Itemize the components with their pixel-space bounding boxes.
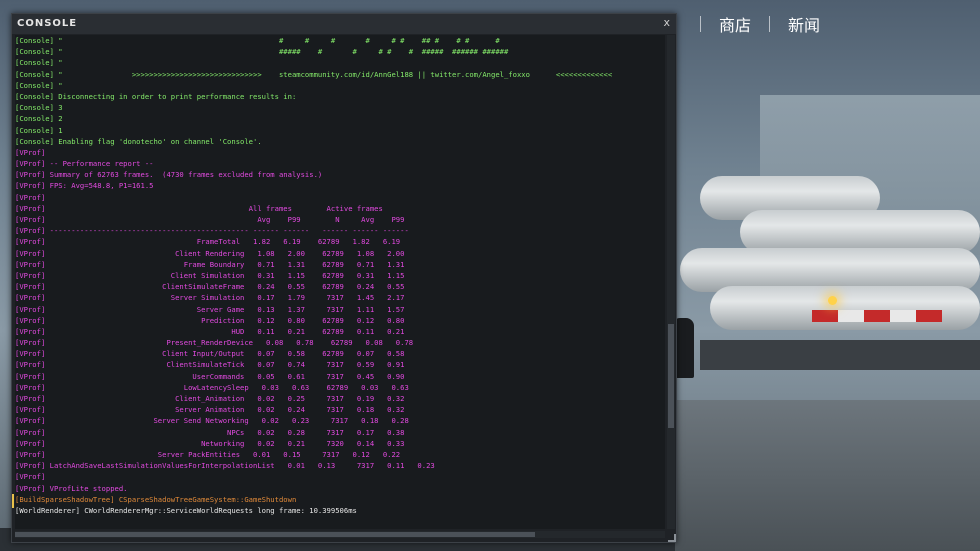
console-line: [VProf] NPCs 0.02 0.28 7317 0.17 0.38: [15, 427, 405, 437]
close-icon[interactable]: x: [663, 16, 670, 29]
nav-separator: [700, 16, 701, 32]
game-top-nav: 商店 新闻: [690, 8, 828, 40]
nav-news[interactable]: 新闻: [780, 12, 828, 36]
console-window[interactable]: CONSOLE x [Console] " # # # # # # ## # #…: [11, 13, 677, 543]
console-line: [Console] ": [15, 80, 63, 90]
resize-handle-icon[interactable]: [668, 534, 676, 542]
console-line: [VProf] Server Send Networking 0.02 0.23…: [15, 416, 409, 426]
ground: [675, 400, 980, 551]
console-line: [VProf] --------------------------------…: [15, 226, 409, 236]
console-line: [Console] 1: [15, 125, 63, 135]
console-line: [VProf] Networking 0.02 0.21 7320 0.14 0…: [15, 438, 405, 448]
console-line: [Console] " ##### # # # # # ##### ######…: [15, 47, 509, 57]
console-line: [VProf] Server Simulation 0.17 1.79 7317…: [15, 293, 405, 303]
nav-separator: [769, 16, 771, 32]
console-titlebar[interactable]: CONSOLE x: [12, 14, 676, 34]
console-line: [VProf] Client Simulation 0.31 1.15 6278…: [15, 270, 405, 280]
barrier-stripe: [916, 310, 942, 322]
barrier-stripe: [812, 310, 838, 322]
barrier-stripe: [864, 310, 890, 322]
console-line: [WorldRenderer] CWorldRendererMgr::Servi…: [15, 505, 357, 515]
console-title: CONSOLE: [17, 18, 78, 29]
console-line: [VProf]: [15, 472, 46, 482]
console-line: [BuildSparseShadowTree] CSparseShadowTre…: [15, 494, 297, 504]
console-line: [VProf]: [15, 147, 46, 157]
console-line: [VProf] VProfLite stopped.: [15, 483, 128, 493]
console-line: [VProf] ClientSimulateTick 0.07 0.74 731…: [15, 360, 405, 370]
nav-store[interactable]: 商店: [711, 12, 759, 36]
console-line: [VProf] Prediction 0.12 0.80 62789 0.12 …: [15, 315, 405, 325]
console-line: [VProf] -- Performance report --: [15, 159, 154, 169]
console-line: [VProf] Summary of 62763 frames. (4730 f…: [15, 170, 323, 180]
console-output[interactable]: [Console] " # # # # # # ## # # # # [Conso…: [15, 35, 665, 529]
console-line: [VProf] Client Input/Output 0.07 0.58 62…: [15, 349, 405, 359]
console-line: [VProf] Frame Boundary 0.71 1.31 62789 0…: [15, 259, 405, 269]
console-line: [VProf] LatchAndSaveLastSimulationValues…: [15, 461, 435, 471]
console-line: [VProf] HUD 0.11 0.21 62789 0.11 0.21: [15, 326, 405, 336]
truck-bed: [700, 340, 980, 370]
console-line: [Console] ": [15, 58, 63, 68]
scrollbar-thumb[interactable]: [668, 324, 674, 428]
console-line: [VProf] All frames Active frames: [15, 203, 383, 213]
console-line: [VProf] Client_Animation 0.02 0.25 7317 …: [15, 394, 405, 403]
console-line: [VProf] Server Animation 0.02 0.24 7317 …: [15, 405, 405, 415]
console-line: [VProf] Avg P99 N Avg P99: [15, 215, 405, 224]
console-line: [VProf] FrameTotal 1.82 6.19 62789 1.82 …: [15, 237, 401, 247]
pipe: [710, 286, 980, 330]
vertical-scrollbar[interactable]: [667, 35, 675, 529]
console-line: [VProf] Client Rendering 1.08 2.00 62789…: [15, 248, 405, 258]
horizontal-scrollbar[interactable]: [15, 531, 665, 538]
console-line: [Console] Disconnecting in order to prin…: [15, 91, 297, 101]
console-line: [Console] 2: [15, 114, 63, 124]
console-line: [Console] Enabling flag 'donotecho' on c…: [15, 136, 262, 146]
selection-marker: [12, 494, 14, 508]
barrier-stripe: [890, 310, 916, 322]
console-line: [VProf] ClientSimulateFrame 0.24 0.55 62…: [15, 282, 405, 292]
barrier-stripe: [838, 310, 864, 322]
console-line: [Console] 3: [15, 103, 63, 113]
console-line: [VProf] Server Game 0.13 1.37 7317 1.11 …: [15, 304, 405, 314]
console-line: [VProf] LowLatencySleep 0.03 0.63 62789 …: [15, 382, 409, 392]
console-line: [VProf]: [15, 192, 46, 202]
lamp-light: [828, 296, 837, 305]
console-line: [VProf] Present_RenderDevice 0.08 0.78 6…: [15, 338, 414, 348]
console-line: [Console] " # # # # # # ## # # # #: [15, 36, 500, 45]
console-line: [VProf] Server PackEntities 0.01 0.15 73…: [15, 449, 401, 459]
console-line: [Console] " >>>>>>>>>>>>>>>>>>>>>>>>>>>>…: [15, 69, 613, 79]
scrollbar-thumb[interactable]: [15, 532, 535, 537]
console-line: [VProf] UserCommands 0.05 0.61 7317 0.45…: [15, 371, 405, 381]
console-line: [VProf] FPS: Avg=548.8, P1=161.5: [15, 181, 154, 191]
